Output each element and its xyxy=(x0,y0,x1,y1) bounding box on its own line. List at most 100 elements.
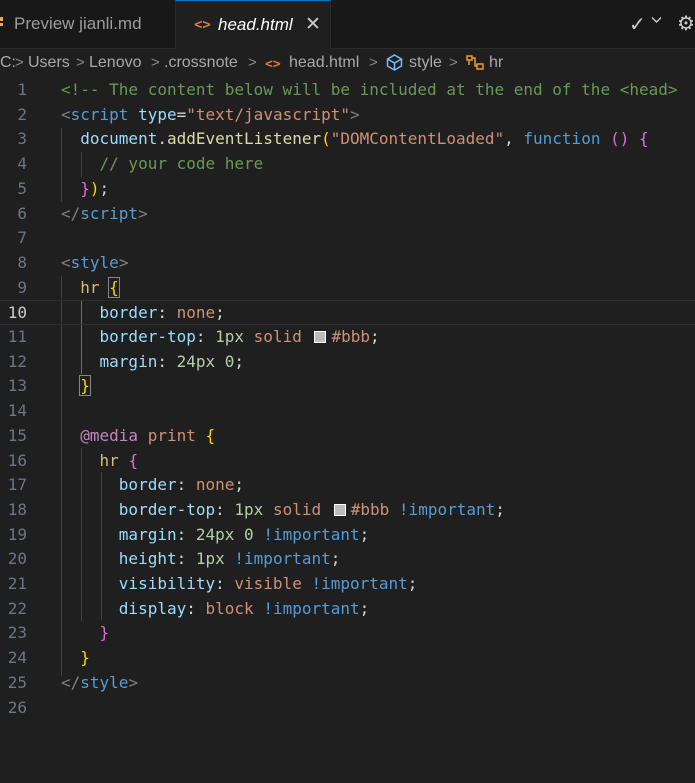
breadcrumb-item-users[interactable]: Users xyxy=(28,52,70,74)
line-number: 26 xyxy=(7,697,27,717)
code-line[interactable]: 1 <!-- The content below will be included… xyxy=(0,78,695,103)
code-line[interactable]: 8 <style> xyxy=(0,251,695,276)
breadcrumb-item-hr[interactable]: hr xyxy=(489,52,503,74)
code-text: <script type="text/javascript"> xyxy=(61,103,360,127)
code-line[interactable]: 21 visibility: visible !important; xyxy=(0,572,695,597)
code-editor[interactable]: 1 <!-- The content below will be included… xyxy=(0,78,695,783)
code-line[interactable]: 15 @media print { xyxy=(0,424,695,449)
breadcrumb-item-head-html[interactable]: head.html xyxy=(289,52,359,74)
code-line[interactable]: 9 hr { xyxy=(0,276,695,301)
breadcrumb: C: > Users > Lenovo > .crossnote > <> he… xyxy=(0,52,695,76)
code-token: > xyxy=(128,672,139,692)
code-line[interactable]: 14 xyxy=(0,399,695,424)
code-line[interactable]: 3 document.addEventListener("DOMContentL… xyxy=(0,127,695,152)
code-line[interactable]: 18 border-top: 1px solid #bbb !important… xyxy=(0,498,695,523)
code-token: ; xyxy=(495,499,505,519)
code-text: } xyxy=(61,374,91,398)
code-token: </ xyxy=(61,672,81,692)
code-token: border xyxy=(99,303,158,323)
code-token: "DOMContentLoaded" xyxy=(330,129,505,149)
code-text: }); xyxy=(61,177,109,201)
code-token: hr xyxy=(99,450,119,470)
code-token: > xyxy=(118,252,129,272)
code-token: : xyxy=(195,327,216,346)
code-line[interactable]: 5 }); xyxy=(0,177,695,202)
color-swatch[interactable] xyxy=(333,503,346,516)
code-line[interactable]: 25 </style> xyxy=(0,671,695,696)
chevron-right-icon: > xyxy=(248,54,257,71)
code-token: ; xyxy=(234,351,245,371)
code-line[interactable]: 26 xyxy=(0,696,695,721)
chevron-right-icon: > xyxy=(15,54,24,71)
code-token: ; xyxy=(370,327,380,346)
code-token: <!-- The content below will be included … xyxy=(61,80,678,99)
code-line[interactable]: 11 border-top: 1px solid #bbb; xyxy=(0,325,695,350)
code-line[interactable]: 17 border: none; xyxy=(0,473,695,498)
tab-head-html[interactable]: <> head.html ✕ xyxy=(175,0,331,49)
tab-preview-jianli[interactable]: Preview jianli.md xyxy=(0,0,174,48)
line-number: 6 xyxy=(17,203,27,223)
code-token: } xyxy=(99,623,110,643)
code-token: 1px xyxy=(195,549,225,569)
close-icon[interactable]: ✕ xyxy=(305,13,321,36)
chevron-down-icon[interactable] xyxy=(651,15,662,27)
breadcrumb-item-style[interactable]: style xyxy=(409,52,442,74)
code-line[interactable]: 7 xyxy=(0,226,695,251)
code-line[interactable]: 13 } xyxy=(0,374,695,399)
code-line[interactable]: 4 // your code here xyxy=(0,152,695,177)
code-text: @media print { xyxy=(61,424,215,448)
code-line[interactable]: 10 border: none; xyxy=(0,300,695,325)
code-token: 24px xyxy=(195,524,235,544)
line-number: 2 xyxy=(17,104,27,124)
code-text: border: none; xyxy=(61,473,244,497)
breadcrumb-item-lenovo[interactable]: Lenovo xyxy=(89,52,142,74)
check-icon[interactable]: ✓ xyxy=(629,12,646,37)
code-token: ; xyxy=(99,178,110,198)
code-token: </ xyxy=(61,203,81,223)
code-text: } xyxy=(61,646,90,670)
code-text: margin: 24px 0; xyxy=(61,350,245,374)
code-token: . xyxy=(157,129,167,149)
breadcrumb-item-crossnote[interactable]: .crossnote xyxy=(164,52,238,74)
code-token: ; xyxy=(215,303,225,323)
code-line[interactable]: 19 margin: 24px 0 !important; xyxy=(0,523,695,548)
line-number: 23 xyxy=(7,623,27,643)
color-swatch[interactable] xyxy=(314,331,327,343)
code-line[interactable]: 6 </script> xyxy=(0,202,695,227)
gear-icon[interactable]: ⚙ xyxy=(677,11,695,36)
code-token: @media xyxy=(80,425,139,445)
code-line[interactable]: 16 hr { xyxy=(0,449,695,474)
code-text: hr { xyxy=(61,449,139,473)
code-token: solid xyxy=(253,327,302,346)
html-file-icon: <> xyxy=(194,17,211,33)
code-token: , xyxy=(504,129,524,149)
code-line[interactable]: 23 } xyxy=(0,621,695,646)
code-line[interactable]: 12 margin: 24px 0; xyxy=(0,350,695,375)
chevron-right-icon: > xyxy=(449,54,458,71)
markdown-preview-icon xyxy=(0,17,3,26)
code-token: border xyxy=(118,475,177,495)
code-token: () xyxy=(610,129,630,149)
code-token: ) xyxy=(89,178,100,198)
code-line[interactable]: 22 display: block !important; xyxy=(0,597,695,622)
code-token: ; xyxy=(234,475,245,495)
breadcrumb-item-drive[interactable]: C: xyxy=(0,52,16,74)
code-token: border-top xyxy=(118,499,216,519)
code-line[interactable]: 20 height: 1px !important; xyxy=(0,547,695,572)
code-line[interactable]: 2 <script type="text/javascript"> xyxy=(0,103,695,128)
line-number: 18 xyxy=(7,499,27,519)
chevron-right-icon: > xyxy=(76,54,85,71)
code-line[interactable]: 24 } xyxy=(0,646,695,671)
